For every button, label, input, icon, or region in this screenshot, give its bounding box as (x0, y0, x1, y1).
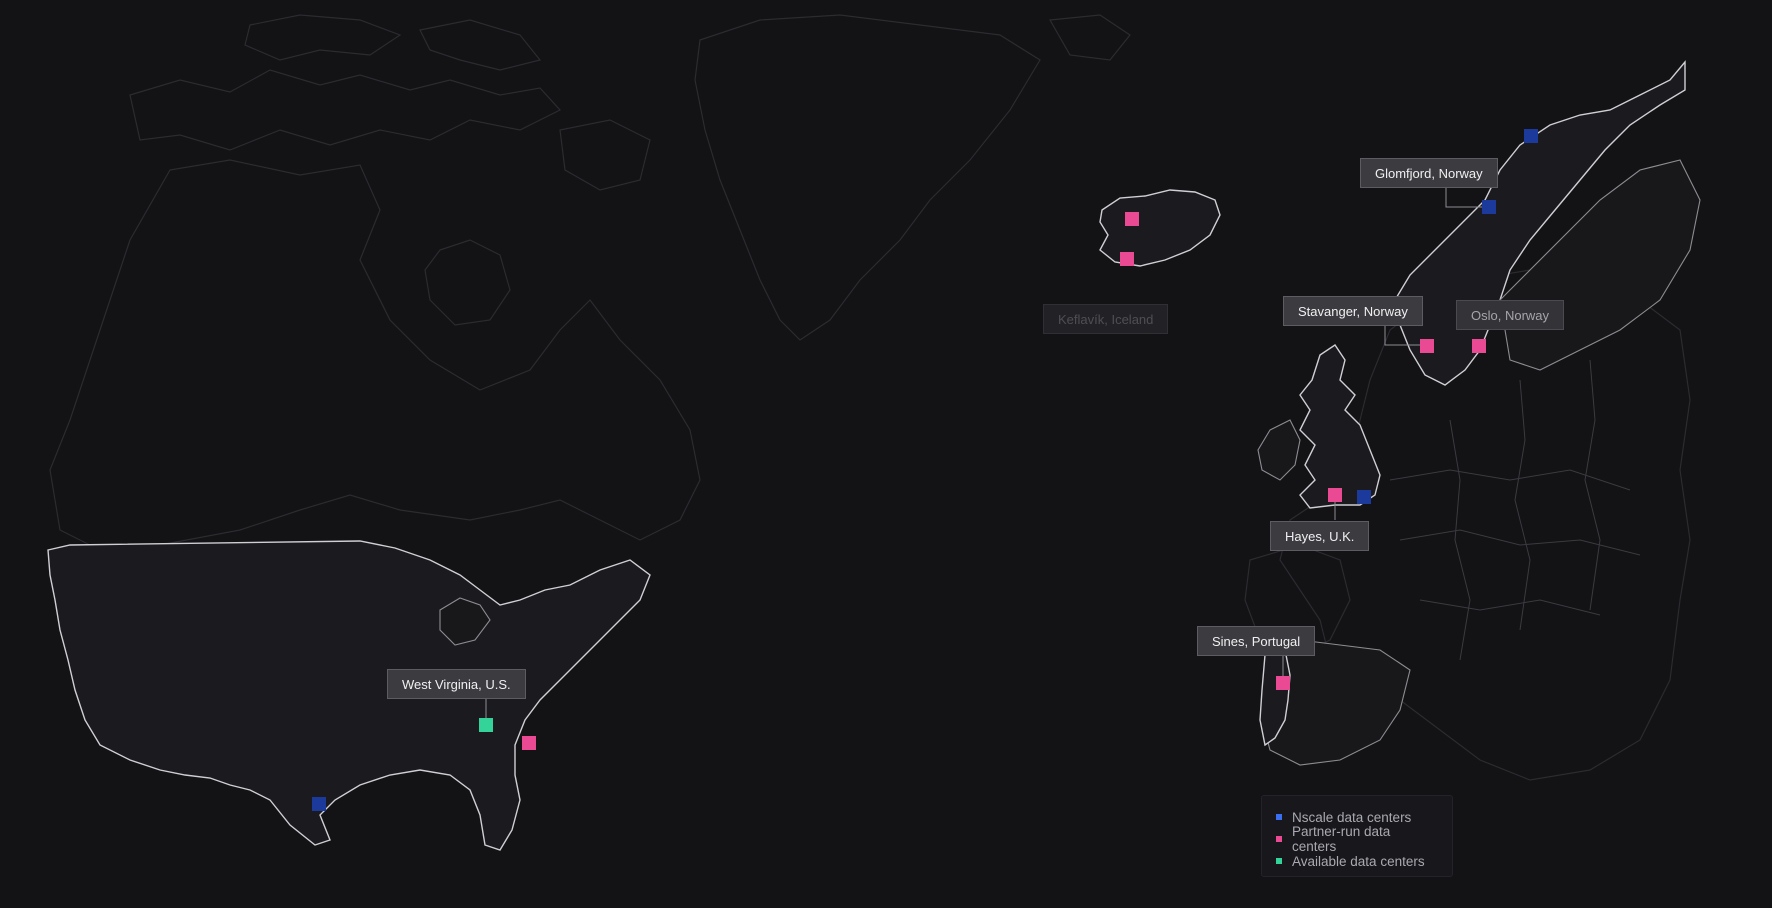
canada-outline (49, 14, 701, 551)
label-glomfjord[interactable]: Glomfjord, Norway (1360, 158, 1498, 188)
uk-landmass (1299, 344, 1381, 509)
legend-label-nscale: Nscale data centers (1292, 809, 1412, 825)
marker-hayes[interactable] (1328, 488, 1342, 502)
usa-landmass (47, 540, 651, 851)
ireland-landmass (1257, 419, 1301, 481)
legend-swatch-partner (1276, 836, 1282, 842)
marker-oslo[interactable] (1472, 339, 1486, 353)
marker-north-carolina[interactable] (522, 736, 536, 750)
world-map[interactable] (0, 0, 1772, 908)
label-keflavik[interactable]: Keflavík, Iceland (1043, 304, 1169, 334)
legend-swatch-nscale (1276, 814, 1282, 820)
legend-label-partner: Partner-run data centers (1291, 824, 1391, 854)
marker-west-virginia[interactable] (479, 718, 493, 732)
marker-texas[interactable] (312, 797, 326, 811)
legend-swatch-available (1276, 858, 1282, 864)
legend-item-partner: Partner-run data centers (1276, 824, 1438, 854)
label-stavanger[interactable]: Stavanger, Norway (1283, 296, 1423, 326)
marker-london[interactable] (1357, 490, 1371, 504)
legend-label-available: Available data centers (1292, 853, 1425, 869)
label-hayes[interactable]: Hayes, U.K. (1270, 521, 1370, 551)
marker-northern-norway[interactable] (1524, 129, 1538, 143)
marker-glomfjord[interactable] (1482, 200, 1496, 214)
label-sines[interactable]: Sines, Portugal (1197, 626, 1316, 656)
greenland-outline (694, 14, 1131, 341)
marker-keflavik[interactable] (1120, 252, 1134, 266)
legend-item-available: Available data centers (1276, 850, 1438, 872)
marker-sines[interactable] (1276, 676, 1290, 690)
marker-stavanger[interactable] (1420, 339, 1434, 353)
marker-iceland-nw[interactable] (1125, 212, 1139, 226)
label-oslo[interactable]: Oslo, Norway (1456, 300, 1565, 330)
iceland-landmass (1099, 189, 1221, 267)
map-legend: Nscale data centers Partner-run data cen… (1261, 795, 1453, 877)
label-west-virginia[interactable]: West Virginia, U.S. (387, 669, 526, 699)
